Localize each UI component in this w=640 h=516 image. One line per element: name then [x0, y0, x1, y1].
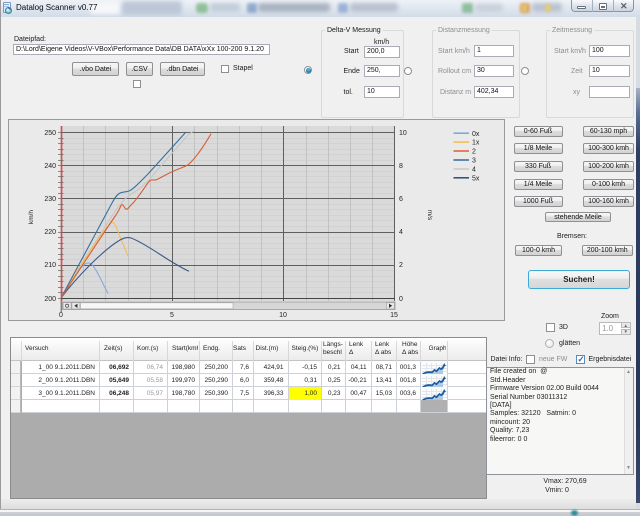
svg-text:6: 6: [399, 196, 403, 203]
svg-text:4: 4: [399, 229, 403, 236]
svg-text:2: 2: [472, 149, 476, 156]
svg-text:240: 240: [44, 163, 56, 170]
svg-text:0x: 0x: [472, 131, 480, 138]
svg-text:5x: 5x: [472, 175, 480, 182]
svg-text:250: 250: [44, 130, 56, 137]
svg-text:8: 8: [399, 163, 403, 170]
svg-text:15: 15: [390, 312, 398, 319]
svg-text:10: 10: [279, 312, 287, 319]
svg-text:200: 200: [44, 296, 56, 303]
svg-text:10: 10: [399, 130, 407, 137]
svg-text:2: 2: [399, 262, 403, 269]
svg-text:m/s: m/s: [426, 210, 433, 221]
svg-text:230: 230: [44, 196, 56, 203]
svg-text:5: 5: [170, 312, 174, 319]
svg-text:km/h: km/h: [28, 210, 35, 224]
svg-text:4: 4: [472, 167, 476, 174]
svg-text:210: 210: [44, 262, 56, 269]
svg-text:220: 220: [44, 229, 56, 236]
svg-text:0: 0: [59, 312, 63, 319]
svg-text:3: 3: [472, 158, 476, 165]
svg-text:1x: 1x: [472, 140, 480, 147]
svg-text:0: 0: [399, 296, 403, 303]
